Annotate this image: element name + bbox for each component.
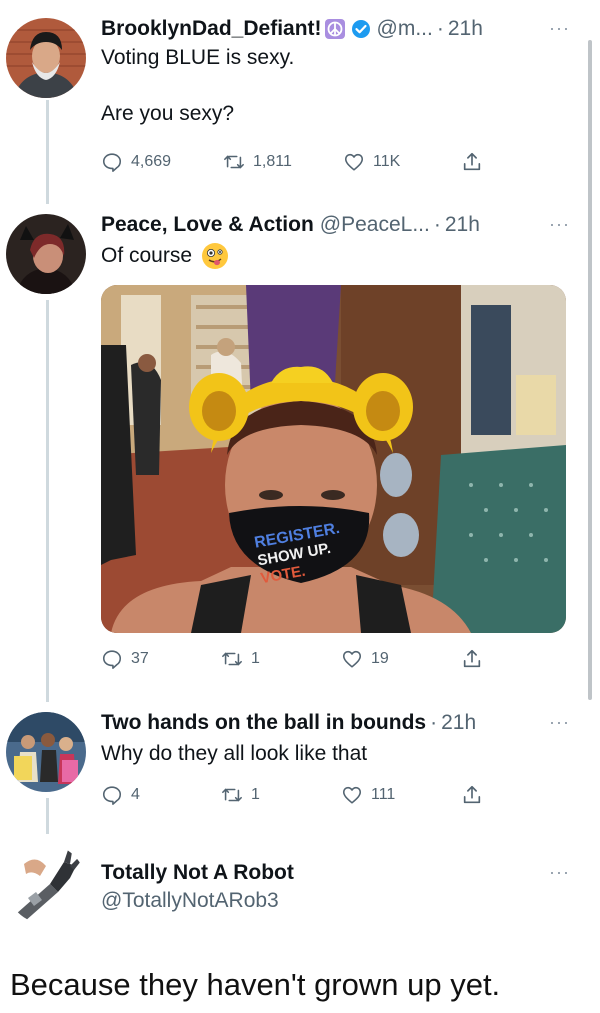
avatar-totally-not-a-robot[interactable] [6, 844, 86, 924]
reply-icon [102, 786, 122, 805]
reply-caption: Because they haven't grown up yet. [10, 967, 501, 1002]
handle[interactable]: @PeaceL... [320, 212, 430, 238]
like-button[interactable]: 19 [341, 648, 389, 670]
share-button[interactable] [461, 784, 483, 806]
more-options-icon[interactable]: ··· [549, 862, 570, 883]
timestamp[interactable]: 21h [441, 710, 476, 736]
avatar-two-hands[interactable] [6, 712, 86, 792]
share-icon [463, 649, 481, 668]
reply-count: 37 [131, 650, 149, 667]
heart-icon [342, 786, 362, 804]
peace-sign-icon [324, 19, 345, 39]
retweet-icon [224, 155, 244, 169]
crazy-face-emoji-icon [201, 243, 228, 270]
like-button[interactable]: 111 [341, 784, 395, 806]
more-options-icon[interactable]: ··· [549, 214, 570, 235]
reply-icon [102, 650, 122, 669]
display-name[interactable]: BrooklynDad_Defiant! [101, 16, 322, 42]
like-count: 11K [373, 153, 401, 170]
thread-line-1 [46, 100, 49, 204]
reply-count: 4 [131, 786, 140, 803]
tweet-text: Why do they all look like that [101, 742, 368, 765]
reply-button[interactable]: 37 [101, 648, 149, 670]
reply-icon [102, 153, 122, 172]
retweet-count: 1 [251, 786, 260, 803]
tweet-text-line-2: Are you sexy? [101, 102, 235, 125]
scrollbar[interactable] [588, 40, 592, 700]
separator: · [436, 17, 444, 40]
more-options-icon[interactable]: ··· [549, 712, 570, 733]
display-name[interactable]: Peace, Love & Action [101, 212, 314, 238]
share-button[interactable] [461, 151, 483, 173]
display-name[interactable]: Totally Not A Robot [101, 860, 294, 886]
retweet-count: 1,811 [253, 153, 292, 170]
share-icon [463, 152, 481, 171]
retweet-icon [222, 788, 242, 802]
avatar-peace-love-action[interactable] [6, 214, 86, 294]
retweet-button[interactable]: 1 [221, 648, 260, 670]
thread-line-3 [46, 798, 49, 834]
like-count: 19 [371, 650, 389, 667]
heart-icon [344, 153, 364, 171]
reply-button[interactable]: 4 [101, 784, 140, 806]
thread-line-2 [46, 300, 49, 702]
avatar-brooklyndad[interactable] [6, 18, 86, 98]
separator: · [433, 213, 441, 236]
share-icon [463, 785, 481, 804]
timestamp[interactable]: 21h [448, 16, 483, 42]
tweet-photo[interactable]: REGISTER. SHOW UP. VOTE. [101, 285, 566, 633]
separator: · [430, 711, 438, 734]
heart-icon [342, 650, 362, 668]
share-button[interactable] [461, 648, 483, 670]
retweet-icon [222, 652, 242, 666]
more-options-icon[interactable]: ··· [549, 18, 570, 39]
reply-button[interactable]: 4,669 [101, 151, 171, 173]
verified-badge-icon [351, 19, 371, 39]
like-button[interactable]: 11K [343, 151, 400, 173]
retweet-count: 1 [251, 650, 260, 667]
reply-count: 4,669 [131, 153, 172, 170]
retweet-button[interactable]: 1,811 [223, 151, 292, 173]
timestamp[interactable]: 21h [445, 212, 480, 238]
tweet-text-line-1: Voting BLUE is sexy. [101, 46, 295, 69]
like-count: 111 [371, 786, 396, 803]
handle[interactable]: @m... [377, 16, 433, 42]
handle[interactable]: @TotallyNotARob3 [101, 888, 570, 914]
retweet-button[interactable]: 1 [221, 784, 260, 806]
tweet-text: Of course [101, 244, 193, 267]
display-name[interactable]: Two hands on the ball in bounds [101, 710, 426, 736]
